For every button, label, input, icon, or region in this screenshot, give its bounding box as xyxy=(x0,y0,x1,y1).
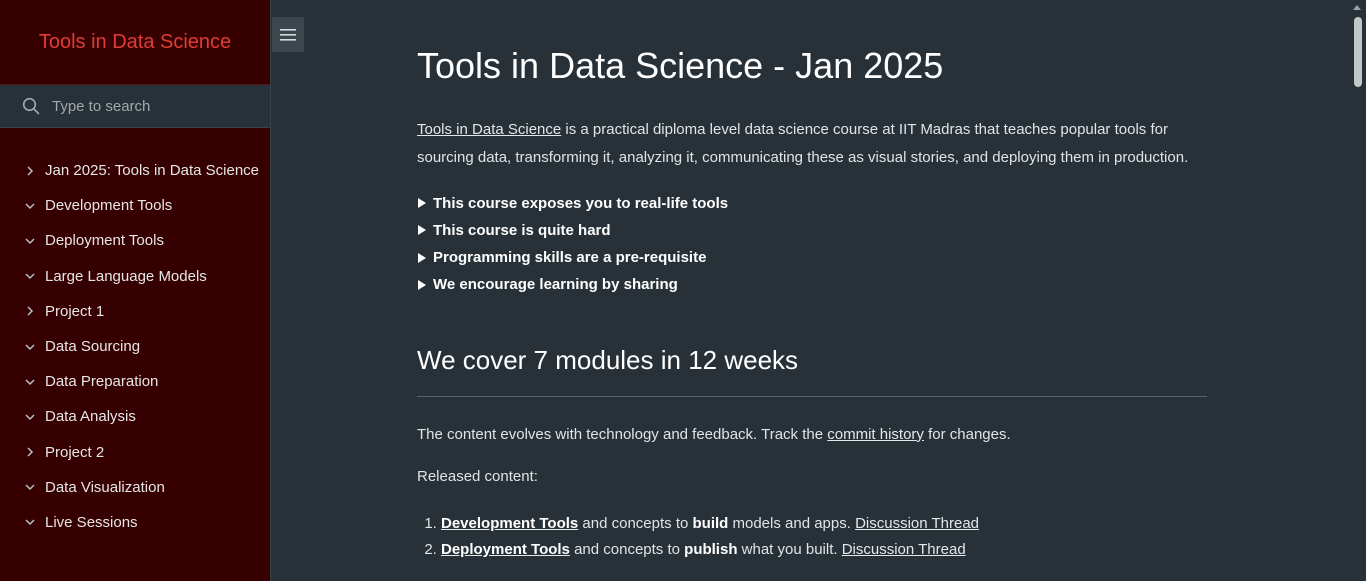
chevron-down-icon[interactable] xyxy=(23,199,37,213)
menu-toggle-button[interactable] xyxy=(272,17,304,52)
module-link-text: Deployment Tools xyxy=(441,540,570,558)
sidebar-item-development-tools[interactable]: Development Tools xyxy=(0,188,270,223)
triangle-right-icon xyxy=(418,279,426,290)
chevron-down-icon[interactable] xyxy=(23,269,37,283)
discussion-thread-link[interactable]: Discussion Thread xyxy=(842,541,966,558)
sidebar-item-label: Data Analysis xyxy=(45,408,136,426)
search-icon xyxy=(22,97,40,115)
sidebar-item-project-2[interactable]: Project 2 xyxy=(0,435,270,470)
sidebar-item-large-language-models[interactable]: Large Language Models xyxy=(0,259,270,294)
chevron-right-icon[interactable] xyxy=(23,164,37,178)
details-item[interactable]: Programming skills are a pre-requisite xyxy=(417,244,1207,271)
sidebar-item-label: Live Sessions xyxy=(45,513,138,531)
sidebar-item-deployment-tools[interactable]: Deployment Tools xyxy=(0,223,270,258)
sidebar: Tools in Data Science Jan 2025: Tools in… xyxy=(0,0,271,581)
sidebar-item-label: Project 2 xyxy=(45,443,105,461)
page-title: Tools in Data Science - Jan 2025 xyxy=(417,45,944,86)
sidebar-item-data-analysis[interactable]: Data Analysis xyxy=(0,399,270,434)
scrollbar-thumb[interactable] xyxy=(1354,17,1362,87)
sidebar-item-label: Data Visualization xyxy=(45,478,165,496)
module-link-text: Development Tools xyxy=(441,514,579,532)
sidebar-nav: Jan 2025: Tools in Data Science Developm… xyxy=(0,153,270,540)
details-summary: Programming skills are a pre-requisite xyxy=(433,249,707,267)
chevron-down-icon[interactable] xyxy=(23,515,37,529)
intro-link[interactable]: Tools in Data Science xyxy=(417,121,561,138)
details-summary: This course exposes you to real-life too… xyxy=(433,194,729,212)
triangle-right-icon xyxy=(418,198,426,209)
details-summary: We encourage learning by sharing xyxy=(433,276,678,294)
text-segment: The content evolves with technology and … xyxy=(417,425,828,443)
triangle-right-icon xyxy=(418,225,426,236)
sidebar-item-data-sourcing[interactable]: Data Sourcing xyxy=(0,329,270,364)
hamburger-icon xyxy=(280,28,296,41)
details-item[interactable]: This course exposes you to real-life too… xyxy=(417,189,1207,216)
sidebar-item-jan-2025[interactable]: Jan 2025: Tools in Data Science xyxy=(0,153,270,188)
commit-history-link[interactable]: commit history xyxy=(827,426,924,443)
list-item: Deployment Tools and concepts to publish… xyxy=(441,537,1207,563)
details-item[interactable]: This course is quite hard xyxy=(417,217,1207,244)
app-title[interactable]: Tools in Data Science xyxy=(0,0,270,85)
text-segment: for changes. xyxy=(923,425,1011,443)
sidebar-item-label: Large Language Models xyxy=(45,267,207,285)
sidebar-item-data-visualization[interactable]: Data Visualization xyxy=(0,470,270,505)
text-segment: what you built. xyxy=(737,540,842,558)
module-link[interactable]: Development Tools xyxy=(441,515,578,532)
main-content: Tools in Data Science - Jan 2025 Tools i… xyxy=(417,0,1207,563)
sidebar-item-label: Project 1 xyxy=(45,302,105,320)
content-evolves-paragraph: The content evolves with technology and … xyxy=(417,426,1207,443)
details-item[interactable]: We encourage learning by sharing xyxy=(417,271,1207,298)
details-summary: This course is quite hard xyxy=(433,221,611,239)
discussion-thread-link[interactable]: Discussion Thread xyxy=(855,515,979,532)
intro-paragraph: Tools in Data Science is a practical dip… xyxy=(417,116,1207,171)
chevron-down-icon[interactable] xyxy=(23,480,37,494)
chevron-down-icon[interactable] xyxy=(23,340,37,354)
chevron-right-icon[interactable] xyxy=(23,445,37,459)
chevron-down-icon[interactable] xyxy=(23,234,37,248)
text-segment: models and apps. xyxy=(728,514,856,532)
emphasis: build xyxy=(692,514,729,532)
details-list: This course exposes you to real-life too… xyxy=(417,189,1207,298)
triangle-right-icon xyxy=(418,252,426,263)
chevron-right-icon[interactable] xyxy=(23,304,37,318)
section-heading-modules: We cover 7 modules in 12 weeks xyxy=(417,345,1207,397)
sidebar-item-live-sessions[interactable]: Live Sessions xyxy=(0,505,270,540)
search-bar[interactable] xyxy=(0,85,270,128)
sidebar-item-project-1[interactable]: Project 1 xyxy=(0,294,270,329)
released-list: Development Tools and concepts to build … xyxy=(417,511,1207,563)
sidebar-item-data-preparation[interactable]: Data Preparation xyxy=(0,364,270,399)
sidebar-item-label: Data Sourcing xyxy=(45,338,141,356)
scrollbar[interactable] xyxy=(1349,0,1366,581)
emphasis: publish xyxy=(684,540,738,558)
sidebar-item-label: Data Preparation xyxy=(45,373,159,391)
sidebar-item-label: Deployment Tools xyxy=(45,232,164,250)
list-item: Development Tools and concepts to build … xyxy=(441,511,1207,537)
sidebar-item-label: Development Tools xyxy=(45,197,173,215)
module-link[interactable]: Deployment Tools xyxy=(441,541,570,558)
released-label: Released content: xyxy=(417,467,538,485)
chevron-down-icon[interactable] xyxy=(23,410,37,424)
sidebar-item-label: Jan 2025: Tools in Data Science xyxy=(45,162,260,180)
search-input[interactable] xyxy=(50,96,250,116)
scroll-up-arrow-icon[interactable] xyxy=(1353,5,1361,10)
text-segment: and concepts to xyxy=(569,540,685,558)
text-segment: and concepts to xyxy=(578,514,693,532)
chevron-down-icon[interactable] xyxy=(23,375,37,389)
